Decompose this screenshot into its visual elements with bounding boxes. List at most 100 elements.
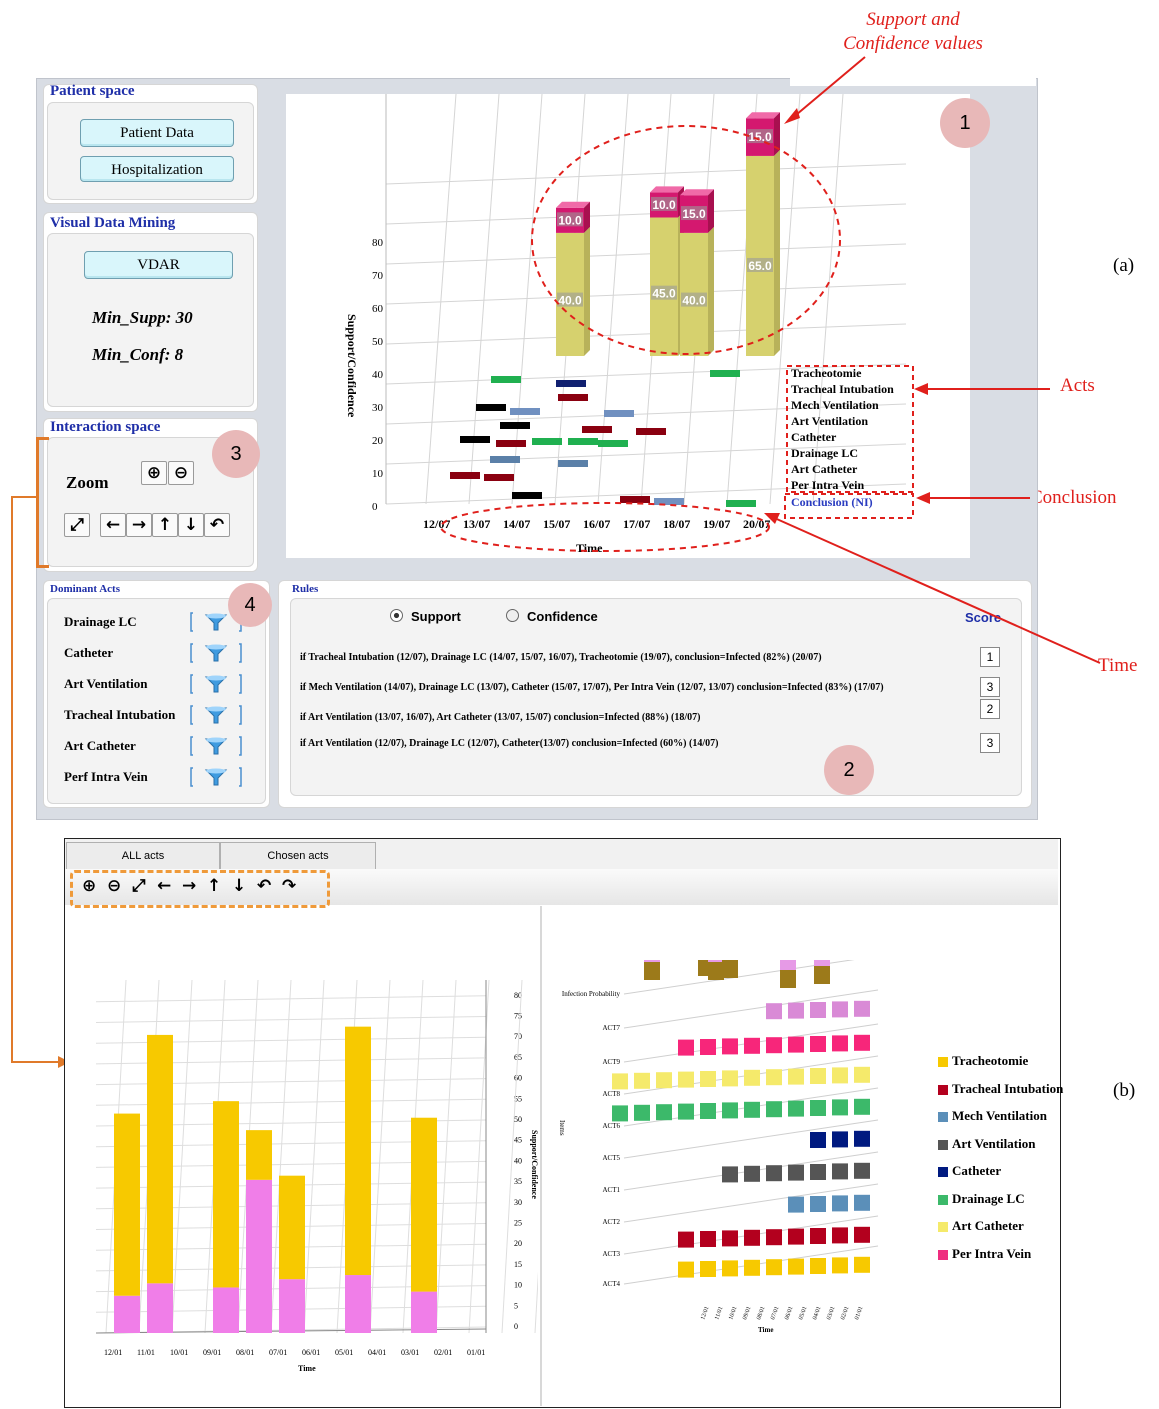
x-tick-label: 10/01 (728, 1306, 738, 1321)
matrix-cell (832, 1257, 848, 1274)
x-tick-label: 11/01 (137, 1348, 155, 1357)
x-tick-label: 09/01 (742, 1306, 752, 1321)
x-tick-label: 10/01 (170, 1348, 188, 1357)
arrowhead-support (784, 108, 800, 124)
expand-icon[interactable]: ⤢ (132, 876, 146, 896)
redo-icon[interactable]: ↷ (282, 876, 296, 896)
y-tick-label: 20 (514, 1239, 522, 1248)
probability-bar-top (644, 960, 660, 962)
chart-b-separator (540, 906, 542, 1406)
matrix-cell (788, 1002, 804, 1019)
x-tick-label: 03/01 (401, 1348, 419, 1357)
y-tick-label: 60 (514, 1074, 522, 1083)
matrix-cell (722, 1260, 738, 1277)
x-tick-label: 12/01 (700, 1306, 710, 1321)
acts-box (786, 365, 914, 493)
x-tick-label: 07/01 (770, 1306, 780, 1321)
pink-bar (411, 1291, 437, 1333)
yellow-bar (213, 1101, 239, 1288)
matrix-cell (810, 1002, 826, 1018)
grid-line (623, 960, 855, 995)
matrix-cell (788, 1068, 804, 1085)
chart-b1: 05101520253035404550556065707580Support/… (95, 979, 538, 1373)
y-tick-label: 75 (514, 1012, 522, 1021)
undo-icon[interactable]: ↶ (257, 876, 271, 896)
arrow-right-icon[interactable]: → (182, 876, 196, 896)
yellow-bar (279, 1175, 305, 1280)
matrix-cell (832, 1131, 848, 1148)
x-tick-label: 05/01 (798, 1306, 808, 1321)
matrix-cell (700, 1039, 716, 1055)
matrix-cell (810, 1036, 826, 1052)
matrix-cell (854, 1194, 870, 1211)
legend-swatch (938, 1222, 948, 1232)
y-tick-label: 30 (514, 1198, 522, 1207)
yellow-bar (147, 1034, 173, 1284)
matrix-cell (700, 1261, 716, 1277)
matrix-cell (766, 1101, 782, 1118)
matrix-cell (810, 1100, 826, 1116)
matrix-cell (722, 1070, 738, 1087)
legend-swatch (938, 1084, 948, 1095)
row-label: ACT5 (603, 1154, 621, 1162)
matrix-cell (832, 1099, 848, 1116)
zoom-in-icon[interactable]: ⊕ (82, 876, 96, 896)
y-tick-label: 25 (514, 1219, 522, 1228)
matrix-cell (678, 1039, 694, 1056)
matrix-cell (766, 1229, 782, 1246)
x-axis-label: Time (758, 1326, 773, 1334)
legend-label: Catheter (952, 1163, 1002, 1178)
conclusion-box (784, 493, 914, 519)
row-label: Infection Probability (562, 990, 621, 998)
x-tick-label: 04/01 (368, 1348, 386, 1357)
grid-line (95, 1016, 487, 1023)
matrix-cell (678, 1261, 694, 1278)
arrow-left-icon[interactable]: ← (157, 876, 171, 896)
legend-swatch (938, 1139, 948, 1150)
matrix-cell (810, 1164, 826, 1180)
zoom-out-icon[interactable]: ⊖ (107, 876, 121, 896)
y-tick-label: 40 (514, 1156, 522, 1165)
time-ellipse (440, 502, 770, 552)
matrix-cell (678, 1231, 694, 1248)
matrix-cell (832, 1001, 848, 1018)
legend-label: Art Ventilation (952, 1135, 1036, 1151)
matrix-cell (744, 1101, 760, 1118)
chart-b2: Infection Probability ACT7 ACT9 ACT8 ACT6 ACT… (558, 960, 879, 1334)
grid-line (369, 979, 391, 1334)
tab-chosen-acts[interactable]: Chosen acts (220, 842, 376, 870)
matrix-cell (854, 1066, 870, 1083)
legend-label: Tracheal Intubation (952, 1080, 1064, 1096)
matrix-cell (766, 1003, 782, 1020)
matrix-cell (722, 1038, 738, 1055)
x-tick-label: 08/01 (756, 1306, 766, 1321)
y-axis-label: Items (558, 1120, 566, 1136)
matrix-cell (700, 1231, 716, 1247)
matrix-cell (832, 1163, 848, 1180)
legend-swatch (938, 1194, 948, 1205)
x-tick-label: 06/01 (784, 1306, 794, 1321)
y-tick-label: 45 (514, 1136, 522, 1145)
y-tick-label: 5 (514, 1301, 518, 1310)
matrix-cell (788, 1164, 804, 1181)
x-tick-label: 04/01 (812, 1306, 822, 1321)
yellow-bar (246, 1130, 272, 1180)
legend-label: Drainage LC (952, 1190, 1025, 1206)
y-tick-label: 0 (514, 1322, 518, 1331)
matrix-cell (634, 1072, 650, 1089)
arrow-up-icon[interactable]: ↑ (207, 876, 221, 896)
matrix-cell (700, 1071, 716, 1087)
probability-bar-top (814, 960, 830, 966)
matrix-cell (810, 1258, 826, 1274)
matrix-cell (810, 1132, 826, 1148)
matrix-cell (722, 1230, 738, 1247)
matrix-cell (744, 1259, 760, 1276)
matrix-cell (744, 1165, 760, 1182)
grid-line (303, 979, 325, 1334)
x-tick-label: 03/01 (826, 1306, 836, 1321)
matrix-cell (766, 1165, 782, 1182)
probability-bar-top (708, 960, 724, 962)
matrix-cell (788, 1228, 804, 1245)
arrow-down-icon[interactable]: ↓ (232, 876, 246, 896)
tab-all-acts[interactable]: ALL acts (66, 842, 220, 870)
